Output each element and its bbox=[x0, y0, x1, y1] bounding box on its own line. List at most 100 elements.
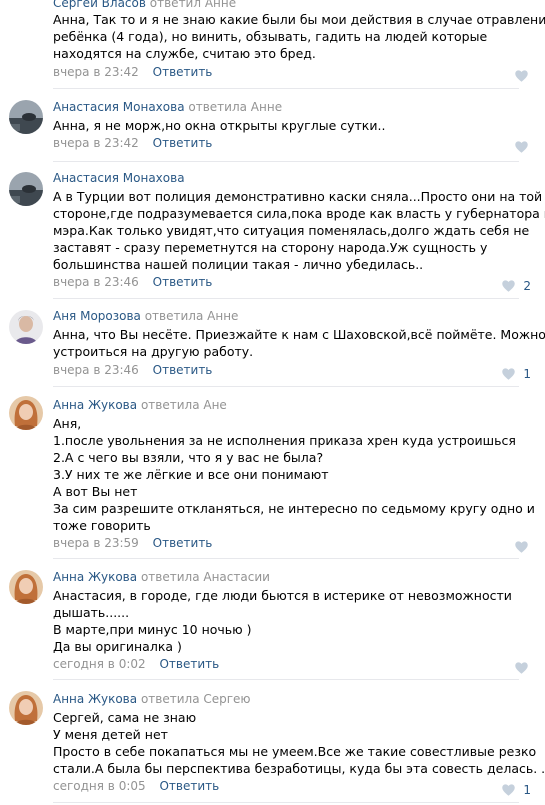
comment-header: Анна Жукова ответила Ане bbox=[53, 398, 227, 412]
reply-target[interactable]: ответила Ане bbox=[141, 398, 227, 412]
comment-line: находятся на службе, считаю это бред. bbox=[53, 46, 316, 61]
comment-line: ребёнка (4 года), но винить, обзывать, г… bbox=[53, 29, 488, 44]
comment-line: А вот Вы нет bbox=[53, 484, 138, 499]
comment-line: стали.А была бы перспектива безработицы,… bbox=[53, 761, 545, 776]
comment-text: А в Турции вот полиция демонстративно ка… bbox=[53, 188, 545, 273]
avatar[interactable] bbox=[9, 691, 43, 725]
comment-line: У меня детей нет bbox=[53, 727, 168, 742]
comment: Сергей Власов ответил Анне Анна, Так то … bbox=[0, 0, 545, 90]
like-button[interactable]: 1 bbox=[491, 779, 531, 797]
like-button[interactable]: 2 bbox=[491, 275, 531, 293]
comment-line: За сим разрешите откланяться, не интерес… bbox=[53, 501, 535, 516]
comment-line: 1.после увольнения за не исполнения прик… bbox=[53, 433, 516, 448]
reply-target[interactable]: ответил Анне bbox=[150, 0, 236, 10]
comment-meta: вчера в 23:42 Ответить bbox=[53, 136, 212, 150]
comment-line: устроиться на другую работу. bbox=[53, 344, 254, 359]
comment-line: стороне,где подразумевается сила,пока вр… bbox=[53, 206, 545, 221]
comment-date[interactable]: вчера в 23:46 bbox=[53, 363, 139, 377]
comment-meta: вчера в 23:59 Ответить bbox=[53, 536, 212, 550]
heart-icon bbox=[515, 140, 528, 153]
comment-meta: сегодня в 0:02 Ответить bbox=[53, 657, 219, 671]
like-button[interactable] bbox=[491, 136, 531, 153]
comment-line: Сергей, сама не знаю bbox=[53, 710, 197, 725]
comment: Анастасия Монахова А в Турции вот полици… bbox=[0, 162, 545, 299]
author-name[interactable]: Анастасия Монахова bbox=[53, 100, 185, 114]
reply-target[interactable]: ответила Анне bbox=[188, 100, 282, 114]
like-button[interactable] bbox=[491, 657, 531, 674]
divider bbox=[53, 802, 519, 803]
reply-button[interactable]: Ответить bbox=[153, 65, 213, 79]
author-name[interactable]: Анастасия Монахова bbox=[53, 171, 185, 185]
like-button[interactable]: 1 bbox=[491, 363, 531, 381]
comment-date[interactable]: сегодня в 0:05 bbox=[53, 779, 146, 793]
comment: Анна Жукова ответила Анастасии Анастасия… bbox=[0, 559, 545, 680]
comment: Анна Жукова ответила Сергею Сергей, сама… bbox=[0, 680, 545, 805]
comment: Анастасия Монахова ответила Анне Анна, я… bbox=[0, 90, 545, 162]
comment-meta: вчера в 23:46 Ответить bbox=[53, 363, 212, 377]
reply-button[interactable]: Ответить bbox=[153, 536, 213, 550]
comment-meta: вчера в 23:42 Ответить bbox=[53, 65, 212, 79]
heart-icon bbox=[515, 69, 528, 82]
reply-target[interactable]: ответила Сергею bbox=[141, 692, 251, 706]
comment-date[interactable]: сегодня в 0:02 bbox=[53, 657, 146, 671]
comment-line: 2.А с чего вы взяли, что я у вас не была… bbox=[53, 450, 324, 465]
like-count: 2 bbox=[523, 278, 531, 293]
like-count: 1 bbox=[523, 782, 531, 797]
comment-header: Анастасия Монахова ответила Анне bbox=[53, 100, 282, 114]
author-name[interactable]: Анна Жукова bbox=[53, 570, 137, 584]
comment-line: дышать...... bbox=[53, 605, 130, 620]
avatar[interactable] bbox=[9, 310, 43, 344]
comment-line: Аня, bbox=[53, 416, 82, 431]
comment-line: Анна, Так то и я не знаю какие были бы м… bbox=[53, 12, 545, 27]
divider bbox=[53, 88, 519, 89]
reply-button[interactable]: Ответить bbox=[153, 275, 213, 289]
comment: Анна Жукова ответила Ане Аня, 1.после ув… bbox=[0, 387, 545, 559]
reply-target[interactable]: ответила Анастасии bbox=[141, 570, 270, 584]
comment-line: Да вы оригиналка ) bbox=[53, 639, 182, 654]
author-name[interactable]: Анна Жукова bbox=[53, 692, 137, 706]
comment-line: Анна, я не морж,но окна открыты круглые … bbox=[53, 118, 386, 133]
comment-text: Анна, Так то и я не знаю какие были бы м… bbox=[53, 11, 545, 62]
reply-button[interactable]: Ответить bbox=[153, 136, 213, 150]
comment-line: мэра.Как только увидят,что ситуация поме… bbox=[53, 223, 530, 238]
comment-date[interactable]: вчера в 23:42 bbox=[53, 65, 139, 79]
comment-header: Анна Жукова ответила Сергею bbox=[53, 692, 251, 706]
comment-date[interactable]: вчера в 23:59 bbox=[53, 536, 139, 550]
comment-header: Анна Жукова ответила Анастасии bbox=[53, 570, 270, 584]
author-name[interactable]: Сергей Власов bbox=[53, 0, 146, 10]
comment-line: большинства нашей полиции такая - лично … bbox=[53, 257, 424, 272]
comment-text: Анна, что Вы несёте. Приезжайте к нам с … bbox=[53, 326, 545, 360]
comment-header: Анастасия Монахова bbox=[53, 171, 185, 185]
reply-button[interactable]: Ответить bbox=[153, 363, 213, 377]
comment-text: Анастасия, в городе, где люди бьются в и… bbox=[53, 587, 523, 655]
comment: Аня Морозова ответила Анне Анна, что Вы … bbox=[0, 299, 545, 387]
comment-text: Сергей, сама не знаю У меня детей нет Пр… bbox=[53, 709, 545, 777]
comment-meta: вчера в 23:46 Ответить bbox=[53, 275, 212, 289]
comment-line: Анастасия, в городе, где люди бьются в и… bbox=[53, 588, 512, 603]
comment-line: тоже говорить bbox=[53, 518, 151, 533]
like-button[interactable] bbox=[491, 536, 531, 553]
avatar[interactable] bbox=[9, 396, 43, 430]
comment-line: 3.У них те же лёгкие и все они понимают bbox=[53, 467, 329, 482]
heart-icon bbox=[502, 367, 515, 380]
like-button[interactable] bbox=[491, 65, 531, 82]
comment-line: Просто в себе покапаться мы не умеем.Все… bbox=[53, 744, 537, 759]
comment-line: заставят - сразу переметнутся на сторону… bbox=[53, 240, 488, 255]
heart-icon bbox=[515, 540, 528, 553]
reply-button[interactable]: Ответить bbox=[159, 657, 219, 671]
comment-date[interactable]: вчера в 23:42 bbox=[53, 136, 139, 150]
comment-line: А в Турции вот полиция демонстративно ка… bbox=[53, 189, 543, 204]
author-name[interactable]: Аня Морозова bbox=[53, 309, 141, 323]
comment-header: Сергей Власов ответил Анне bbox=[53, 0, 236, 10]
comment-date[interactable]: вчера в 23:46 bbox=[53, 275, 139, 289]
heart-icon bbox=[515, 661, 528, 674]
reply-button[interactable]: Ответить bbox=[159, 779, 219, 793]
comment-header: Аня Морозова ответила Анне bbox=[53, 309, 238, 323]
avatar[interactable] bbox=[9, 172, 43, 206]
avatar[interactable] bbox=[9, 100, 43, 134]
author-name[interactable]: Анна Жукова bbox=[53, 398, 137, 412]
comment-text: Анна, я не морж,но окна открыты круглые … bbox=[53, 117, 523, 134]
comment-meta: сегодня в 0:05 Ответить bbox=[53, 779, 219, 793]
reply-target[interactable]: ответила Анне bbox=[145, 309, 239, 323]
avatar[interactable] bbox=[9, 570, 43, 604]
